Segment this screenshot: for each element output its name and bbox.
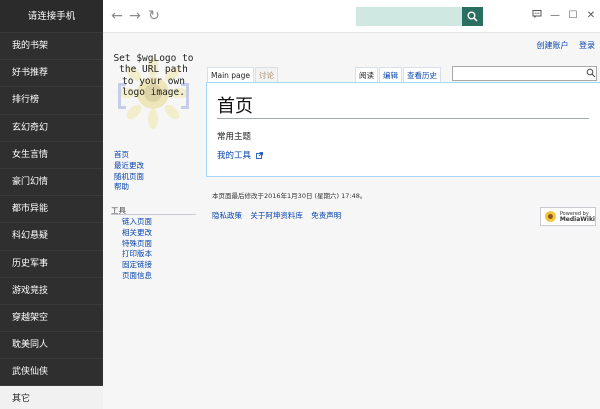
wiki-logo[interactable]: Set $wgLogo to the URL path to your own … bbox=[112, 53, 195, 133]
external-link-icon bbox=[255, 152, 263, 159]
tools-link-page-info[interactable]: 页面信息 bbox=[122, 271, 152, 282]
nav-link-recent-changes[interactable]: 最近更改 bbox=[114, 161, 144, 172]
create-account-link[interactable]: 创建账户 bbox=[536, 41, 568, 50]
wiki-search-input[interactable] bbox=[452, 66, 597, 81]
forward-icon[interactable]: → bbox=[127, 8, 143, 24]
mediawiki-badge-line2: MediaWiki bbox=[559, 215, 595, 223]
tools-link-permanent-link[interactable]: 固定链接 bbox=[122, 260, 152, 271]
search-icon bbox=[467, 11, 478, 22]
search-button[interactable] bbox=[462, 7, 483, 26]
footer-link-privacy[interactable]: 隐私政策 bbox=[212, 211, 242, 220]
tab-main-page[interactable]: Main page bbox=[207, 67, 255, 83]
sidebar-item-wealthy-romance[interactable]: 豪门幻情 bbox=[0, 169, 103, 197]
nav-link-main-page[interactable]: 首页 bbox=[114, 150, 144, 161]
sidebar-item-urban[interactable]: 都市异能 bbox=[0, 196, 103, 224]
footer-link-about[interactable]: 关于阿坤资料库 bbox=[250, 211, 303, 220]
tools-divider bbox=[111, 214, 196, 215]
my-tools-label: 我的工具 bbox=[217, 151, 252, 161]
tab-read[interactable]: 阅读 bbox=[355, 67, 378, 83]
sidebar-item-rankings[interactable]: 排行榜 bbox=[0, 87, 103, 115]
tools-link-special-pages[interactable]: 特殊页面 bbox=[122, 239, 152, 250]
sidebar-item-recommended[interactable]: 好书推荐 bbox=[0, 60, 103, 88]
sidebar-item-gaming[interactable]: 游戏竞技 bbox=[0, 278, 103, 305]
nav-link-random-page[interactable]: 随机页面 bbox=[114, 172, 144, 183]
footer-link-disclaimer[interactable]: 免责声明 bbox=[311, 211, 341, 220]
sidebar-item-romance[interactable]: 女生言情 bbox=[0, 142, 103, 169]
page-subtitle: 常用主题 bbox=[217, 132, 252, 142]
tools-link-printable-version[interactable]: 打印版本 bbox=[122, 249, 152, 260]
maximize-icon[interactable]: ☐ bbox=[566, 9, 580, 23]
sidebar-item-fan-fiction[interactable]: 耽美同人 bbox=[0, 332, 103, 360]
view-tabs: 阅读 编辑 查看历史 bbox=[355, 67, 442, 83]
chat-icon[interactable] bbox=[530, 9, 544, 23]
sidebar-item-fantasy[interactable]: 玄幻奇幻 bbox=[0, 115, 103, 142]
mediawiki-flower-icon bbox=[544, 211, 556, 222]
tools-list: 链入页面 相关更改 特殊页面 打印版本 固定链接 页面信息 bbox=[122, 217, 152, 282]
footer-last-modified: 本页面最后修改于2016年1月30日 (星期六) 17:48。 bbox=[212, 192, 367, 200]
user-links: 创建账户 登录 bbox=[528, 40, 595, 51]
reload-icon[interactable]: ↻ bbox=[146, 8, 162, 24]
powered-by-mediawiki-badge[interactable]: Powered by MediaWiki bbox=[540, 207, 596, 226]
logo-placeholder-text: Set $wgLogo to the URL path to your own … bbox=[113, 53, 194, 99]
page-title: 首页 bbox=[217, 96, 253, 117]
tab-history[interactable]: 查看历史 bbox=[403, 67, 441, 83]
connect-phone-button[interactable]: 请连接手机 bbox=[0, 0, 103, 33]
tab-discussion[interactable]: 讨论 bbox=[255, 67, 279, 83]
page-tabs: Main page 讨论 bbox=[207, 67, 279, 83]
top-toolbar: ← → ↻ — ☐ ✕ bbox=[103, 0, 600, 33]
wiki-search-icon[interactable] bbox=[586, 68, 596, 78]
app-sidebar: 请连接手机 我的书架 好书推荐 排行榜 玄幻奇幻 女生言情 豪门幻情 都市异能 … bbox=[0, 0, 103, 409]
sidebar-item-scifi[interactable]: 科幻悬疑 bbox=[0, 223, 103, 251]
wiki-navigation: 首页 最近更改 随机页面 帮助 bbox=[114, 150, 144, 193]
sidebar-item-bookshelf[interactable]: 我的书架 bbox=[0, 33, 103, 61]
tools-link-what-links-here[interactable]: 链入页面 bbox=[122, 217, 152, 228]
sidebar-item-history[interactable]: 历史军事 bbox=[0, 251, 103, 278]
login-link[interactable]: 登录 bbox=[579, 41, 595, 50]
tools-link-related-changes[interactable]: 相关更改 bbox=[122, 228, 152, 239]
tab-edit[interactable]: 编辑 bbox=[379, 67, 402, 83]
title-divider bbox=[217, 118, 589, 119]
close-icon[interactable]: ✕ bbox=[584, 9, 598, 23]
my-tools-link[interactable]: 我的工具 bbox=[217, 149, 263, 161]
sidebar-item-martial-arts[interactable]: 武侠仙侠 bbox=[0, 359, 103, 387]
wiki-content: 创建账户 登录 Set $wgLogo to the URL path to y… bbox=[103, 33, 600, 409]
search-input[interactable] bbox=[356, 7, 463, 26]
minimize-icon[interactable]: — bbox=[548, 9, 562, 23]
page-body: 首页 常用主题 我的工具 bbox=[206, 82, 600, 177]
footer-links: 隐私政策 关于阿坤资料库 免责声明 bbox=[212, 210, 347, 221]
sidebar-item-time-travel[interactable]: 穿越架空 bbox=[0, 305, 103, 333]
nav-link-help[interactable]: 帮助 bbox=[114, 182, 144, 193]
sidebar-item-other[interactable]: 其它 bbox=[0, 386, 103, 409]
back-icon[interactable]: ← bbox=[109, 8, 125, 24]
mediawiki-badge-text: Powered by MediaWiki bbox=[560, 211, 595, 223]
